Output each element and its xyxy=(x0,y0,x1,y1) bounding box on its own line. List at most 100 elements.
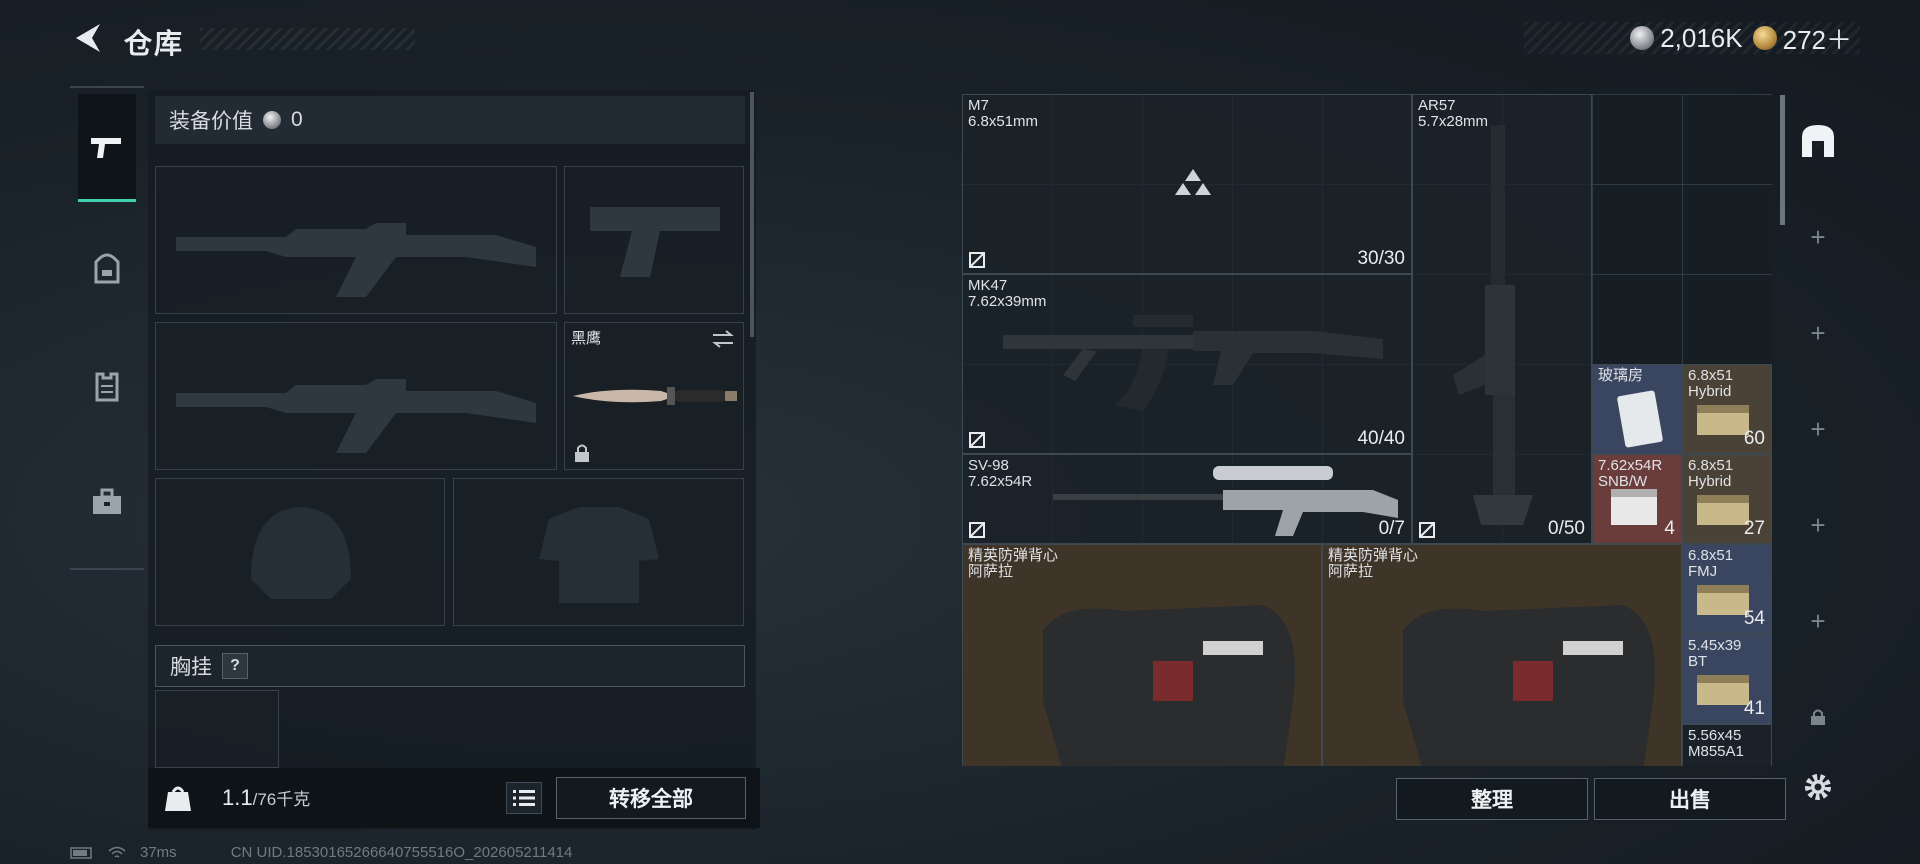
backpack-icon xyxy=(94,253,120,284)
no-mod-icon xyxy=(1419,522,1435,538)
chest-rig-label: 胸挂 xyxy=(170,656,212,679)
helmet-silhouette-icon xyxy=(251,507,351,599)
stash-page-add-2[interactable]: + xyxy=(1792,286,1844,380)
vest-image-icon xyxy=(1043,605,1295,766)
item-glass-house[interactable]: 玻璃房 xyxy=(1592,364,1682,454)
item-count: 0/50 xyxy=(1548,518,1585,539)
item-ammo-5-56x45-m855a1[interactable]: 5.56x45 M855A1 xyxy=(1682,724,1772,766)
item-name: 6.8x51 FMJ xyxy=(1688,547,1734,580)
briefcase-icon xyxy=(93,488,121,514)
ammo-box-icon xyxy=(1611,489,1657,525)
item-ar57[interactable]: AR57 5.7x28mm 0/50 xyxy=(1412,94,1592,544)
pistol-slot[interactable] xyxy=(564,166,744,314)
melee-slot[interactable]: 黑鹰 xyxy=(564,322,744,470)
category-tabs xyxy=(70,86,144,570)
item-elite-vest-2[interactable]: 精英防弹背心 阿萨拉 xyxy=(1322,544,1682,766)
item-ammo-7-62x54r-snbw[interactable]: 7.62x54R SNB/W 4 xyxy=(1592,454,1682,544)
primary-weapon-slot[interactable] xyxy=(155,166,557,314)
back-button[interactable] xyxy=(70,20,106,56)
item-name: 6.8x51 Hybrid xyxy=(1688,367,1734,400)
item-name: 5.56x45 M855A1 xyxy=(1688,727,1744,760)
weight-readout: 1.1/76千克 xyxy=(222,785,310,811)
item-name: 精英防弹背心 阿萨拉 xyxy=(1328,547,1419,580)
sort-button[interactable]: 整理 xyxy=(1396,778,1588,820)
status-bar: 37ms CN UID.18530165266640755516O_202605… xyxy=(70,844,572,861)
item-count: 60 xyxy=(1743,428,1765,449)
stash-page-main[interactable] xyxy=(1792,94,1844,188)
pistol-silhouette-icon xyxy=(590,207,720,277)
armor-silhouette-icon xyxy=(539,507,659,603)
currency-bar: 2,016K 272＋ xyxy=(1524,20,1860,57)
silver-currency[interactable]: 2,016K xyxy=(1630,23,1743,54)
item-name: M7 6.8x51mm xyxy=(968,97,1039,130)
item-ammo-6-8x51-hybrid[interactable]: 6.8x51 Hybrid 60 xyxy=(1682,364,1772,454)
equipment-value-bar: 装备价值 0 xyxy=(155,96,745,144)
no-mod-icon xyxy=(969,432,985,448)
item-ammo-6-8x51-fmj[interactable]: 6.8x51 FMJ 54 xyxy=(1682,544,1772,634)
tab-backpack[interactable] xyxy=(78,214,136,322)
wifi-icon xyxy=(108,846,126,858)
item-count: 54 xyxy=(1743,608,1765,629)
uid-readout: CN UID.18530165266640755516O_20260521141… xyxy=(230,844,573,861)
stash-page-add-5[interactable]: + xyxy=(1792,574,1844,668)
item-ammo-5-45x39-bt[interactable]: 5.45x39 BT 41 xyxy=(1682,634,1772,724)
stash-page-add-4[interactable]: + xyxy=(1792,478,1844,572)
item-m7[interactable]: M7 6.8x51mm 30/30 xyxy=(962,94,1412,274)
loadout-scrollbar[interactable] xyxy=(750,92,754,337)
battery-icon xyxy=(70,846,92,859)
back-arrow-icon xyxy=(76,24,100,52)
knife-image-icon xyxy=(573,387,737,405)
item-name: 精英防弹背心 阿萨拉 xyxy=(968,547,1059,580)
helmet-slot[interactable] xyxy=(155,478,445,626)
no-mod-icon xyxy=(969,252,985,268)
item-ammo-6-8x51-hybrid-2[interactable]: 6.8x51 Hybrid 27 xyxy=(1682,454,1772,544)
stash-page-add-3[interactable]: + xyxy=(1792,382,1844,476)
rifle-silhouette-icon xyxy=(176,223,536,297)
settings-button[interactable] xyxy=(1792,740,1844,834)
sell-button[interactable]: 出售 xyxy=(1594,778,1786,820)
sv98-rifle-image-icon xyxy=(1053,466,1398,536)
list-icon xyxy=(513,790,535,806)
gold-amount: 272＋ xyxy=(1782,24,1852,55)
empty-slot-triangle-icon xyxy=(1175,169,1211,195)
tab-armor[interactable] xyxy=(78,332,136,440)
ar57-rifle-image-icon xyxy=(1453,125,1533,525)
vest-image-icon xyxy=(1403,605,1655,766)
item-name: 6.8x51 Hybrid xyxy=(1688,457,1734,490)
help-icon[interactable]: ? xyxy=(222,653,248,679)
list-view-button[interactable] xyxy=(506,782,542,814)
tab-weapon[interactable] xyxy=(78,94,136,202)
mk47-rifle-image-icon xyxy=(1003,315,1383,411)
weight-icon xyxy=(162,782,194,814)
chest-rig-slot[interactable] xyxy=(155,690,279,768)
item-elite-vest-1[interactable]: 精英防弹背心 阿萨拉 xyxy=(962,544,1322,766)
item-name: SV-98 7.62x54R xyxy=(968,457,1033,490)
page-title: 仓库 xyxy=(124,28,185,59)
swap-icon[interactable] xyxy=(711,329,735,349)
stash-page-sidebar: + + + + + xyxy=(1792,94,1844,834)
silver-coin-icon xyxy=(1630,26,1655,50)
item-count: 41 xyxy=(1743,698,1765,719)
item-count: 30/30 xyxy=(1357,248,1405,269)
title-decoration xyxy=(200,28,415,50)
transfer-all-button[interactable]: 转移全部 xyxy=(556,777,746,819)
lock-icon xyxy=(575,444,589,462)
item-sv98[interactable]: SV-98 7.62x54R 0/7 xyxy=(962,454,1412,544)
item-count: 4 xyxy=(1664,518,1675,539)
tab-case[interactable] xyxy=(78,448,136,556)
item-mk47[interactable]: MK47 7.62x39mm 40/40 xyxy=(962,274,1412,454)
item-count: 27 xyxy=(1743,518,1765,539)
stash-scrollbar[interactable] xyxy=(1780,95,1785,225)
item-count: 40/40 xyxy=(1357,428,1405,449)
pistol-icon xyxy=(91,137,121,158)
stash-page-add-1[interactable]: + xyxy=(1792,190,1844,284)
item-name: 玻璃房 xyxy=(1598,367,1644,384)
armor-slot[interactable] xyxy=(453,478,744,626)
knife-name: 黑鹰 xyxy=(571,330,602,347)
secondary-weapon-slot[interactable] xyxy=(155,322,557,470)
gear-icon xyxy=(1805,774,1831,800)
loadout-footer: 1.1/76千克 转移全部 xyxy=(148,768,760,828)
gold-currency[interactable]: 272＋ xyxy=(1752,20,1852,57)
ping-readout: 37ms xyxy=(140,844,177,861)
equipment-value: 0 xyxy=(291,108,303,131)
